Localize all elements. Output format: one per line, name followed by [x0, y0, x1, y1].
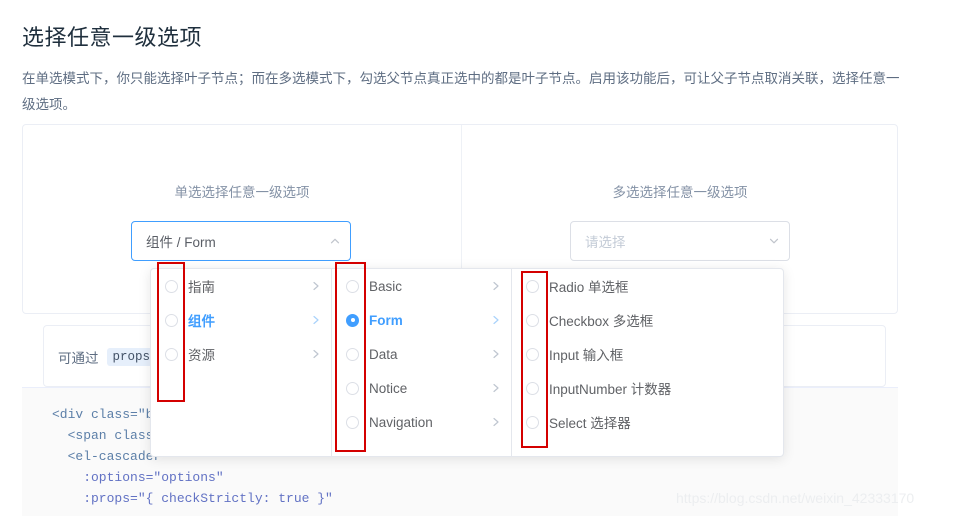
cascader-dropdown-panel[interactable]: 指南组件资源 Basic Form Data Notice Navigation Radio… — [150, 268, 784, 457]
cascader-multiple-placeholder: 请选择 — [585, 235, 626, 250]
cascader-single-value: 组件 / Form — [146, 235, 216, 250]
cascader-node-label: 资源 — [188, 348, 215, 363]
cascader-node-label: Data — [369, 346, 398, 362]
cascader-node-label: Radio 单选框 — [549, 280, 629, 295]
radio-icon[interactable] — [526, 279, 539, 293]
radio-icon[interactable] — [165, 313, 178, 327]
cascader-node-label: 指南 — [188, 280, 215, 295]
radio-icon[interactable] — [526, 415, 539, 429]
radio-icon[interactable] — [526, 347, 539, 361]
watermark: https://blog.csdn.net/weixin_42333170 — [676, 490, 915, 506]
radio-icon[interactable] — [346, 381, 359, 395]
cascader-node-label: Notice — [369, 380, 408, 396]
cascader-multiple[interactable]: 请选择 — [570, 221, 790, 261]
radio-icon[interactable] — [346, 313, 359, 327]
cascader-single[interactable]: 组件 / Form — [131, 221, 351, 261]
cascader-node-label: Basic — [369, 278, 403, 294]
cascader-node-label: Select 选择器 — [549, 416, 631, 431]
cascader-node-label: 组件 — [188, 314, 215, 329]
cascader-panel-level-1: 指南 组件 资源 — [151, 269, 331, 456]
code-line: :options="options" — [52, 470, 224, 485]
chevron-right-icon — [311, 280, 321, 292]
cascader-node[interactable]: Form — [332, 303, 511, 337]
chevron-up-icon[interactable] — [320, 235, 350, 247]
chevron-right-icon — [491, 280, 501, 292]
code-line: :props="{ checkStrictly: true }" — [52, 491, 333, 506]
chevron-right-icon — [311, 314, 321, 326]
cascader-node-label: Navigation — [369, 414, 433, 430]
chevron-right-icon — [491, 416, 501, 428]
radio-icon[interactable] — [346, 415, 359, 429]
cascader-node-label: Input 输入框 — [549, 348, 624, 363]
page-root: 选择任意一级选项 在单选模式下，你只能选择叶子节点；而在多选模式下，勾选父节点真… — [0, 0, 953, 516]
cascader-node-label: InputNumber 计数器 — [549, 382, 672, 397]
single-select-label: 单选选择任意一级选项 — [174, 185, 310, 200]
cascader-node[interactable]: Radio 单选框 — [512, 269, 783, 303]
cascader-node[interactable]: InputNumber 计数器 — [512, 371, 783, 405]
cascader-panel-level-3: Radio 单选框 Checkbox 多选框 Input 输入框 InputNumbe… — [511, 269, 783, 456]
cascader-node-label: Form — [369, 312, 403, 328]
radio-icon[interactable] — [346, 279, 359, 293]
cascader-node[interactable]: 指南 — [151, 269, 331, 303]
chevron-down-icon[interactable] — [759, 235, 789, 247]
tip-text: 可通过 — [58, 351, 99, 366]
cascader-node-label: Checkbox 多选框 — [549, 314, 654, 329]
cascader-node[interactable]: Data — [332, 337, 511, 371]
cascader-node[interactable]: 资源 — [151, 337, 331, 371]
cascader-node[interactable]: Input 输入框 — [512, 337, 783, 371]
radio-icon[interactable] — [526, 381, 539, 395]
cascader-node[interactable]: 组件 — [151, 303, 331, 337]
page-title: 选择任意一级选项 — [22, 25, 203, 50]
chevron-right-icon — [491, 314, 501, 326]
multi-select-label: 多选选择任意一级选项 — [612, 185, 748, 200]
cascader-node[interactable]: Checkbox 多选框 — [512, 303, 783, 337]
tip-code-chip: props — [106, 348, 157, 366]
radio-icon[interactable] — [165, 347, 178, 361]
cascader-panel-level-2: Basic Form Data Notice Navigation — [331, 269, 511, 456]
cascader-node[interactable]: Notice — [332, 371, 511, 405]
chevron-right-icon — [491, 348, 501, 360]
radio-icon[interactable] — [346, 347, 359, 361]
radio-icon[interactable] — [526, 313, 539, 327]
page-description: 在单选模式下，你只能选择叶子节点；而在多选模式下，勾选父节点真正选中的都是叶子节… — [22, 71, 900, 112]
cascader-node[interactable]: Navigation — [332, 405, 511, 439]
cascader-node[interactable]: Select 选择器 — [512, 405, 783, 439]
tip-content: 可通过 props — [58, 347, 157, 367]
radio-icon[interactable] — [165, 279, 178, 293]
chevron-right-icon — [491, 382, 501, 394]
cascader-node[interactable]: Basic — [332, 269, 511, 303]
chevron-right-icon — [311, 348, 321, 360]
